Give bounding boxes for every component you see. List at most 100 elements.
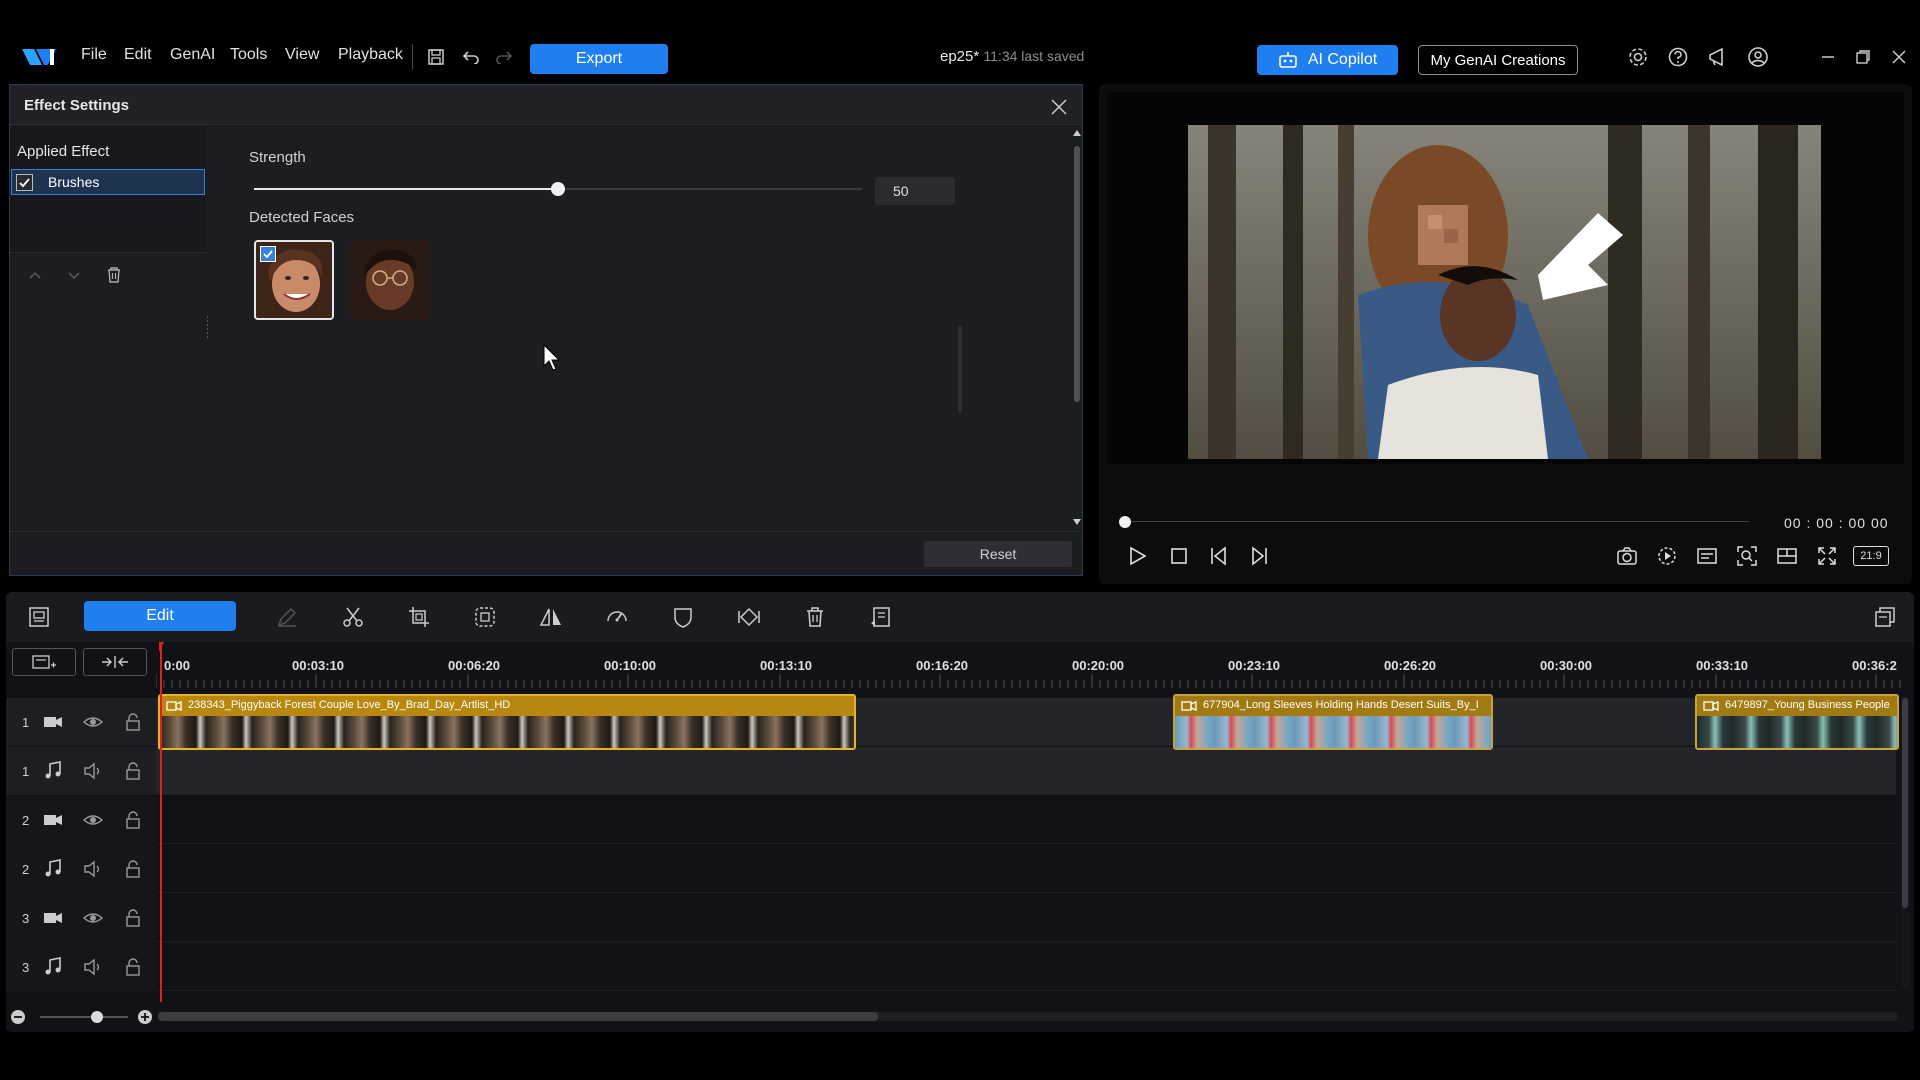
- snapshot-icon[interactable]: [1615, 544, 1639, 568]
- gear-icon[interactable]: [1625, 44, 1651, 70]
- move-down-icon[interactable]: [63, 264, 85, 286]
- timecode-display: 00 : 00 : 00 00: [1784, 515, 1889, 531]
- track-audio-1[interactable]: 1: [6, 747, 1896, 795]
- stop-icon[interactable]: [1167, 544, 1191, 568]
- face-checkbox[interactable]: [260, 246, 276, 262]
- track-audio-2[interactable]: 2: [6, 845, 1896, 893]
- reset-button[interactable]: Reset: [924, 541, 1072, 567]
- slider-thumb[interactable]: [551, 182, 565, 196]
- layout-icon[interactable]: [1775, 544, 1799, 568]
- zoom-slider-thumb[interactable]: [91, 1011, 103, 1023]
- video-clip[interactable]: 677904_Long Sleeves Holding Hands Desert…: [1173, 694, 1493, 750]
- scrollbar-thumb[interactable]: [1074, 146, 1080, 402]
- next-frame-icon[interactable]: [1247, 544, 1271, 568]
- track-video-2[interactable]: 2: [6, 796, 1896, 844]
- delete-icon[interactable]: [800, 604, 830, 630]
- close-window-icon[interactable]: [1886, 44, 1912, 70]
- track-audio-3[interactable]: 3: [6, 943, 1896, 991]
- zoom-in-icon[interactable]: [137, 1009, 153, 1025]
- menu-file[interactable]: File: [81, 46, 107, 64]
- redo-icon[interactable]: [491, 44, 517, 70]
- genai-creations-button[interactable]: My GenAI Creations: [1418, 45, 1578, 75]
- fit-timeline-button[interactable]: [83, 648, 147, 676]
- eye-icon[interactable]: [82, 809, 104, 831]
- add-track-button[interactable]: [12, 648, 76, 676]
- account-icon[interactable]: [1745, 44, 1771, 70]
- lock-icon[interactable]: [122, 956, 144, 978]
- export-button[interactable]: Export: [530, 44, 668, 74]
- effect-settings-content: Strength 50 Detected Faces: [212, 126, 1072, 530]
- menu-genai[interactable]: GenAI: [170, 46, 215, 64]
- restore-icon[interactable]: [1850, 44, 1876, 70]
- video-track-icon: [42, 809, 64, 831]
- flip-icon[interactable]: [536, 604, 566, 630]
- speaker-icon[interactable]: [82, 858, 104, 880]
- music-track-icon: [42, 956, 64, 978]
- lock-icon[interactable]: [122, 711, 144, 733]
- move-up-icon[interactable]: [24, 264, 46, 286]
- menu-playback[interactable]: Playback: [338, 46, 403, 64]
- scissors-icon[interactable]: [338, 604, 368, 630]
- eye-icon[interactable]: [82, 907, 104, 929]
- room-switch-icon[interactable]: [24, 604, 54, 630]
- video-clip[interactable]: 6479897_Young Business People: [1695, 694, 1899, 750]
- ai-copilot-button[interactable]: AI Copilot: [1257, 45, 1398, 75]
- seek-thumb[interactable]: [1119, 516, 1131, 528]
- lock-icon[interactable]: [122, 809, 144, 831]
- scrollbar-thumb[interactable]: [158, 1012, 878, 1021]
- keyframe-icon[interactable]: [734, 604, 764, 630]
- ai-tools-icon[interactable]: [470, 604, 500, 630]
- library-icon[interactable]: [1870, 604, 1900, 630]
- content-scrollbar[interactable]: [1072, 126, 1082, 530]
- save-icon[interactable]: [423, 44, 449, 70]
- splitter-handle[interactable]: [206, 316, 209, 338]
- effect-checkbox[interactable]: [16, 174, 33, 191]
- speed-icon[interactable]: [602, 604, 632, 630]
- faces-scrollbar[interactable]: [958, 326, 962, 412]
- preview-quality-icon[interactable]: [1655, 544, 1679, 568]
- edit-button[interactable]: Edit: [84, 601, 236, 631]
- menu-edit[interactable]: Edit: [124, 46, 152, 64]
- lock-icon[interactable]: [122, 760, 144, 782]
- mask-icon[interactable]: [668, 604, 698, 630]
- zoom-out-icon[interactable]: [10, 1009, 26, 1025]
- more-tools-icon[interactable]: [866, 604, 896, 630]
- detected-face-thumbnail[interactable]: [350, 240, 430, 320]
- close-icon[interactable]: [1050, 98, 1068, 116]
- menu-tools[interactable]: Tools: [230, 46, 267, 64]
- timeline-horizontal-scrollbar[interactable]: [158, 1012, 1898, 1021]
- crop-icon[interactable]: [404, 604, 434, 630]
- strength-label: Strength: [249, 149, 306, 166]
- minimize-icon[interactable]: [1815, 44, 1841, 70]
- strength-value-field[interactable]: 50: [875, 177, 955, 205]
- strength-slider[interactable]: [254, 181, 862, 197]
- track-video-3[interactable]: 3: [6, 894, 1896, 942]
- previous-frame-icon[interactable]: [1207, 544, 1231, 568]
- scrollbar-thumb[interactable]: [1902, 698, 1908, 908]
- fullscreen-icon[interactable]: [1815, 544, 1839, 568]
- speaker-icon[interactable]: [82, 760, 104, 782]
- zoom-preview-icon[interactable]: [1735, 544, 1759, 568]
- announcement-icon[interactable]: [1705, 44, 1731, 70]
- speaker-icon[interactable]: [82, 956, 104, 978]
- subtitles-icon[interactable]: [1695, 544, 1719, 568]
- applied-effect-item[interactable]: Brushes: [11, 169, 205, 195]
- lock-icon[interactable]: [122, 907, 144, 929]
- detected-face-thumbnail[interactable]: [254, 240, 334, 320]
- lock-icon[interactable]: [122, 858, 144, 880]
- track-scrollbar[interactable]: [1901, 698, 1909, 988]
- pen-icon[interactable]: [272, 604, 302, 630]
- video-clip[interactable]: 238343_Piggyback Forest Couple Love_By_B…: [158, 694, 856, 750]
- preview-seek-bar[interactable]: [1119, 516, 1749, 528]
- undo-icon[interactable]: [458, 44, 484, 70]
- divider: [412, 44, 413, 70]
- timeline-ruler[interactable]: 0:00 00:03:10 00:06:20 00:10:00 00:13:10…: [156, 642, 1906, 690]
- aspect-ratio-button[interactable]: 21:9: [1853, 546, 1889, 566]
- playhead[interactable]: [159, 642, 171, 1002]
- help-icon[interactable]: [1665, 44, 1691, 70]
- play-icon[interactable]: [1125, 544, 1149, 568]
- zoom-slider[interactable]: [40, 1016, 128, 1018]
- menu-view[interactable]: View: [285, 46, 319, 64]
- eye-icon[interactable]: [82, 711, 104, 733]
- trash-icon[interactable]: [103, 264, 125, 286]
